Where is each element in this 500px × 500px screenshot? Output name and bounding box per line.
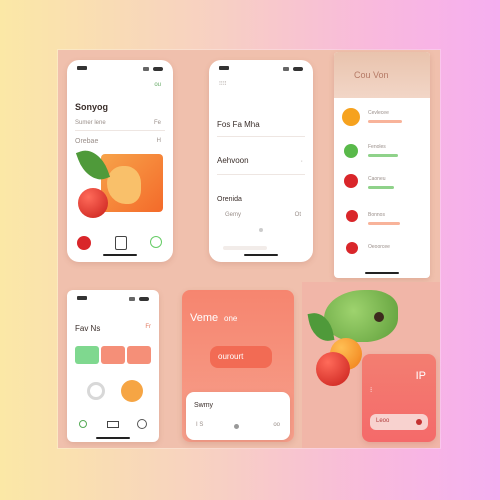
home-row2-value: H bbox=[156, 138, 161, 144]
categories-badge: Fr bbox=[145, 324, 151, 330]
promo-title: Veme bbox=[190, 312, 219, 324]
hero-big-label: IP bbox=[415, 370, 426, 382]
promo-card-title: Swmy bbox=[194, 402, 214, 409]
hero-icon: ⁝ bbox=[370, 387, 373, 394]
catalog-bar-2 bbox=[368, 154, 398, 157]
screen-hero: IP ⁝ Leoo bbox=[302, 282, 440, 448]
catalog-item-3[interactable]: Caoneu bbox=[368, 176, 386, 182]
orange-icon[interactable] bbox=[342, 108, 360, 126]
strawberry-icon[interactable] bbox=[344, 174, 358, 188]
card-nav-icon[interactable] bbox=[107, 421, 119, 428]
status-bar bbox=[77, 66, 163, 73]
tomato-icon bbox=[316, 352, 350, 386]
tomato-icon bbox=[78, 188, 108, 218]
categories-title: Fav Ns bbox=[75, 324, 101, 333]
promo-badge: one bbox=[224, 314, 238, 323]
berry-icon[interactable] bbox=[346, 210, 358, 222]
list-item-2[interactable]: Aehvoon bbox=[217, 156, 249, 165]
loading-ring-icon bbox=[87, 382, 105, 400]
leaf-nav-icon[interactable] bbox=[79, 420, 87, 428]
catalog-bar-3 bbox=[368, 186, 394, 189]
screen-list: ⁝⁝⁝⁝ Fos Fa Mha Aehvoon · Orenida Gemy O… bbox=[209, 60, 313, 262]
home-row2-label[interactable]: Orebae bbox=[75, 138, 98, 145]
catalog-item-5[interactable]: Oeoorcee bbox=[368, 244, 390, 250]
hero-card[interactable]: IP ⁝ Leoo bbox=[362, 354, 436, 442]
promo-card[interactable]: Swmy I S oo bbox=[186, 392, 290, 440]
status-bar bbox=[219, 66, 303, 73]
screen-categories: Fav Ns Fr bbox=[67, 290, 159, 442]
promo-card-right: oo bbox=[273, 422, 280, 428]
list-item-3[interactable]: Orenida bbox=[217, 196, 242, 203]
screen-home: ou Sonyog Sumer lene Fe Orebae H bbox=[67, 60, 173, 262]
add-circle-icon[interactable] bbox=[150, 236, 162, 248]
toggle-dot[interactable] bbox=[234, 424, 239, 429]
cherry-icon[interactable] bbox=[346, 242, 358, 254]
strawberry-icon[interactable] bbox=[77, 236, 91, 250]
list-caption: ⁝⁝⁝⁝ bbox=[219, 81, 227, 87]
home-badge: ou bbox=[154, 82, 161, 88]
promo-card-left: I S bbox=[196, 422, 204, 428]
settings-icon[interactable] bbox=[137, 419, 147, 429]
orange-icon[interactable] bbox=[121, 380, 143, 402]
lime-icon[interactable] bbox=[344, 144, 358, 158]
arrow-icon[interactable] bbox=[416, 419, 422, 425]
home-row1-label[interactable]: Sumer lene bbox=[75, 120, 106, 126]
papaya-slice bbox=[107, 166, 141, 204]
promo-chip-label: ourourt bbox=[218, 352, 244, 361]
design-board: ou Sonyog Sumer lene Fe Orebae H ⁝⁝⁝⁝ Fo… bbox=[58, 50, 440, 448]
catalog-item-1[interactable]: Cevlecee bbox=[368, 110, 389, 116]
chevron-icon[interactable]: · bbox=[301, 158, 303, 165]
list-footer-bar bbox=[223, 246, 267, 250]
category-tile-salmon[interactable] bbox=[101, 346, 125, 364]
home-row1-value: Fe bbox=[153, 120, 161, 126]
category-tile-green[interactable] bbox=[75, 346, 99, 364]
toggle-dot[interactable] bbox=[259, 228, 263, 232]
screen-promo: Veme one ourourt Swmy I S oo bbox=[182, 290, 294, 442]
avocado-pit bbox=[374, 312, 384, 322]
list-sub-right: Ot bbox=[294, 212, 301, 218]
list-item-1[interactable]: Fos Fa Mha bbox=[217, 120, 260, 129]
category-tile-salmon-2[interactable] bbox=[127, 346, 151, 364]
screen-catalog: Cou Von Cevlecee Fenoles Caoneu Bonnos O… bbox=[334, 52, 430, 278]
home-heading: Sonyog bbox=[75, 102, 108, 112]
basket-icon[interactable] bbox=[115, 236, 127, 250]
catalog-title: Cou Von bbox=[354, 70, 389, 80]
avocado-illustration bbox=[324, 290, 398, 342]
hero-button-label: Leoo bbox=[376, 418, 390, 424]
catalog-item-2[interactable]: Fenoles bbox=[368, 144, 386, 150]
status-bar bbox=[77, 296, 149, 303]
list-sub-left: Gemy bbox=[225, 212, 242, 218]
catalog-item-4[interactable]: Bonnos bbox=[368, 212, 385, 218]
catalog-bar-4 bbox=[368, 222, 400, 225]
catalog-bar-1 bbox=[368, 120, 402, 123]
